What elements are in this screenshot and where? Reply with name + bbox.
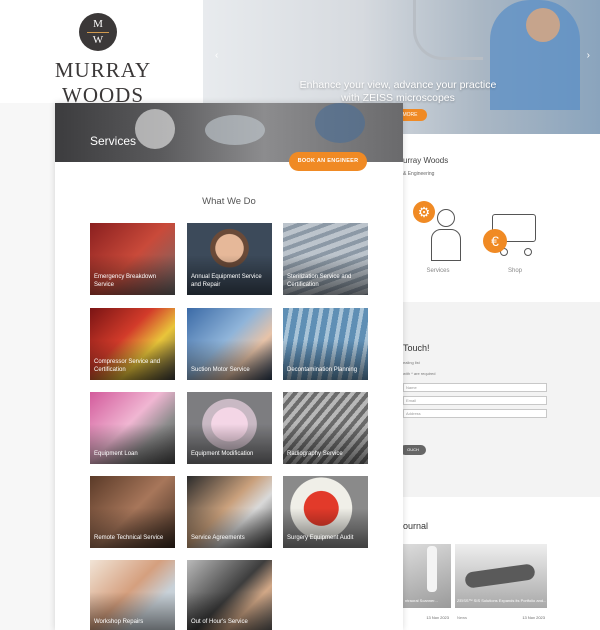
journal-card-date: 13 Nov 2023 bbox=[522, 615, 545, 620]
section-title: What We Do bbox=[202, 196, 256, 207]
chevron-left-icon[interactable]: ‹ bbox=[215, 50, 218, 61]
feature-shop-label[interactable]: Shop bbox=[497, 268, 533, 274]
company-heading: urray Woods bbox=[403, 156, 449, 165]
gear-icon: ⚙ bbox=[413, 201, 435, 223]
service-tile[interactable]: Out of Hour's Service bbox=[187, 560, 272, 630]
service-tile-shade bbox=[283, 424, 368, 464]
logo-divider bbox=[87, 31, 109, 33]
service-tile-shade bbox=[187, 424, 272, 464]
service-tile-label: Suction Motor Service bbox=[191, 367, 250, 373]
services-page: Services BOOK AN ENGINEER What We Do Eme… bbox=[55, 103, 403, 630]
journal-title: ournal bbox=[403, 521, 429, 531]
hero-headline: Enhance your view, advance your practice… bbox=[293, 79, 503, 105]
logo[interactable]: M W MURRAY WOODS bbox=[0, 0, 203, 107]
logo-monogram-top: M bbox=[93, 17, 103, 30]
service-tile[interactable]: Annual Equipment Service and Repair bbox=[187, 223, 272, 295]
logo-name: MURRAY WOODS bbox=[54, 58, 152, 107]
service-tile[interactable]: Equipment Loan bbox=[90, 392, 175, 464]
service-tile-shade bbox=[283, 340, 368, 380]
service-tile[interactable]: Emergency Breakdown Service bbox=[90, 223, 175, 295]
service-tile[interactable]: Surgery Equipment Audit bbox=[283, 476, 368, 548]
service-tile-label: Out of Hour's Service bbox=[191, 619, 248, 625]
service-tile-shade bbox=[90, 424, 175, 464]
service-tile-shade bbox=[283, 508, 368, 548]
service-tile-label: Decontamination Planning bbox=[287, 367, 358, 373]
service-tile[interactable]: Compressor Service and Certification bbox=[90, 308, 175, 380]
service-tile-label: Annual Equipment Service and Repair bbox=[191, 274, 262, 288]
journal-card-caption: ntraoral Scanner... bbox=[405, 598, 438, 603]
service-tile-shade bbox=[187, 508, 272, 548]
chevron-right-icon[interactable]: › bbox=[587, 50, 590, 61]
service-tile-label: Compressor Service and Certification bbox=[94, 359, 161, 373]
device-shape bbox=[464, 563, 536, 589]
contact-title: Touch! bbox=[403, 343, 430, 353]
service-tile-label: Sterilization Service and Certification bbox=[287, 274, 352, 288]
service-tile-label: Equipment Loan bbox=[94, 451, 138, 457]
service-tile-label: Surgery Equipment Audit bbox=[287, 535, 354, 541]
contact-required-note: with * are required bbox=[403, 371, 436, 376]
hero-microscope-arm bbox=[413, 0, 483, 60]
banner-figure bbox=[135, 109, 175, 149]
engineer-head bbox=[437, 209, 455, 227]
service-tile-label: Workshop Repairs bbox=[94, 619, 144, 625]
scanner-shape bbox=[427, 546, 437, 592]
service-tile[interactable]: Service Agreements bbox=[187, 476, 272, 548]
feature-services-label[interactable]: Services bbox=[420, 268, 456, 274]
engineer-body bbox=[431, 229, 461, 261]
banner-figure bbox=[205, 115, 265, 145]
address-field[interactable]: Address bbox=[403, 409, 547, 418]
contact-note: ealing list bbox=[403, 360, 420, 365]
journal-card-date: 13 Nov 2023 bbox=[426, 615, 449, 620]
service-tile[interactable]: Decontamination Planning bbox=[283, 308, 368, 380]
page-composite: ‹ › Enhance your view, advance your prac… bbox=[0, 0, 600, 630]
hero-surgeon-head bbox=[526, 8, 560, 42]
service-tile[interactable]: Workshop Repairs bbox=[90, 560, 175, 630]
journal-card[interactable]: ZEISS™ SIS Solutions Expands its Portfol… bbox=[455, 544, 547, 624]
page-title: Services bbox=[90, 134, 137, 148]
contact-submit-button[interactable]: OUCH bbox=[400, 445, 426, 455]
company-subheading: & Engineering bbox=[403, 171, 435, 177]
journal-card-tag: News bbox=[457, 615, 468, 620]
euro-icon: € bbox=[483, 229, 507, 253]
logo-monogram: M W bbox=[79, 13, 117, 51]
book-engineer-button[interactable]: BOOK AN ENGINEER bbox=[289, 152, 367, 171]
service-tile-shade bbox=[90, 508, 175, 548]
journal-card[interactable]: ntraoral Scanner... 13 Nov 2023 bbox=[403, 544, 451, 624]
journal-card-caption: ZEISS™ SIS Solutions Expands its Portfol… bbox=[457, 598, 547, 603]
service-tile[interactable]: Sterilization Service and Certification bbox=[283, 223, 368, 295]
service-tile[interactable]: Suction Motor Service bbox=[187, 308, 272, 380]
cart-wheel bbox=[524, 248, 532, 256]
service-tile-label: Remote Technical Service bbox=[94, 535, 164, 541]
service-tile-shade bbox=[187, 340, 272, 380]
service-tile-label: Service Agreements bbox=[191, 535, 245, 541]
email-field[interactable]: Email bbox=[403, 396, 547, 405]
banner-figure bbox=[315, 103, 365, 143]
service-tile-label: Emergency Breakdown Service bbox=[94, 274, 157, 288]
service-tile[interactable]: Equipment Modification bbox=[187, 392, 272, 464]
service-tile-label: Radiography Service bbox=[287, 451, 343, 457]
logo-monogram-bottom: W bbox=[92, 33, 104, 46]
service-tile[interactable]: Radiography Service bbox=[283, 392, 368, 464]
service-tile-label: Equipment Modification bbox=[191, 451, 254, 457]
hero-headline-line1: Enhance your view, advance your practice bbox=[299, 79, 497, 91]
name-field[interactable]: Name bbox=[403, 383, 547, 392]
service-tile[interactable]: Remote Technical Service bbox=[90, 476, 175, 548]
